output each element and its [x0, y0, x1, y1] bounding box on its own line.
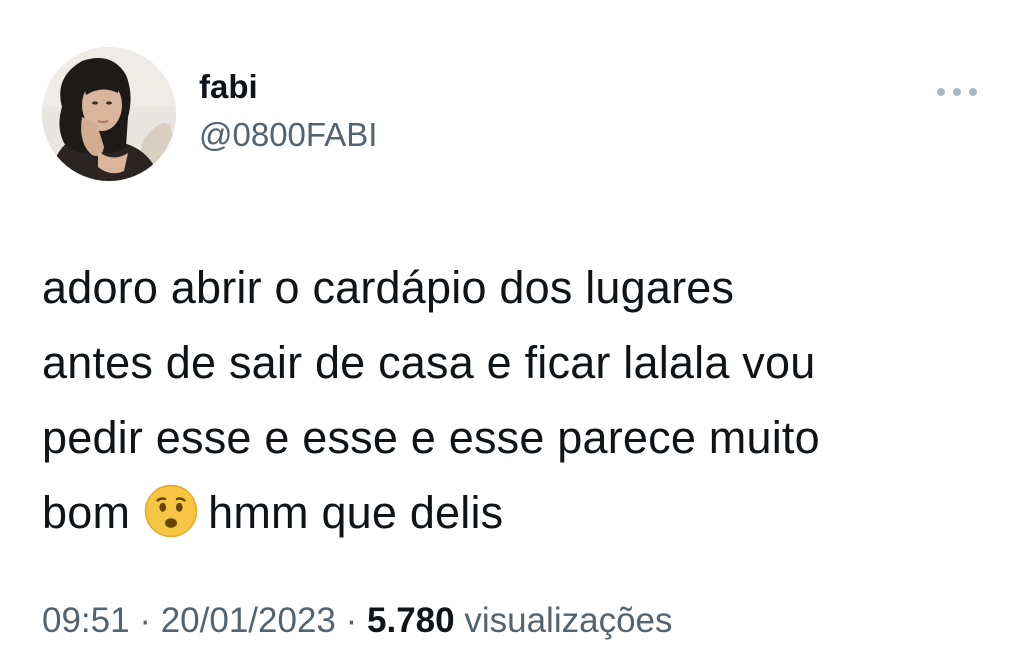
profile-photo-image — [42, 47, 176, 181]
more-options-button[interactable] — [932, 78, 982, 106]
tweet-card: fabi @0800FABI adoro abrir o cardápio do… — [0, 0, 1024, 667]
avatar[interactable] — [42, 47, 176, 181]
tweet-text-line: adoro abrir o cardápio dos lugares — [42, 262, 735, 313]
tweet-text-line: bom hmm que delis — [42, 475, 992, 550]
meta-separator: · — [139, 601, 151, 640]
meta-separator: · — [345, 601, 358, 640]
more-horizontal-icon — [937, 88, 977, 96]
tweet-time[interactable]: 09:51 — [42, 601, 130, 640]
tweet-text-fragment: bom — [42, 487, 131, 538]
frowning-face-emoji-icon — [144, 484, 198, 538]
author-handle[interactable]: @0800FABI — [199, 118, 377, 151]
tweet-date[interactable]: 20/01/2023 — [161, 601, 336, 640]
tweet-text-line: antes de sair de casa e ficar lalala vou — [42, 337, 816, 388]
tweet-metadata: 09:51 · 20/01/2023 · 5.780 visualizações — [42, 603, 673, 638]
tweet-text-line: pedir esse e esse e esse parece muito — [42, 412, 820, 463]
tweet-text: adoro abrir o cardápio dos lugares antes… — [42, 250, 992, 550]
views-count[interactable]: 5.780 — [367, 601, 455, 640]
views-label[interactable]: visualizações — [464, 601, 672, 640]
author-display-name[interactable]: fabi — [199, 70, 258, 103]
tweet-text-fragment: hmm que delis — [208, 487, 504, 538]
